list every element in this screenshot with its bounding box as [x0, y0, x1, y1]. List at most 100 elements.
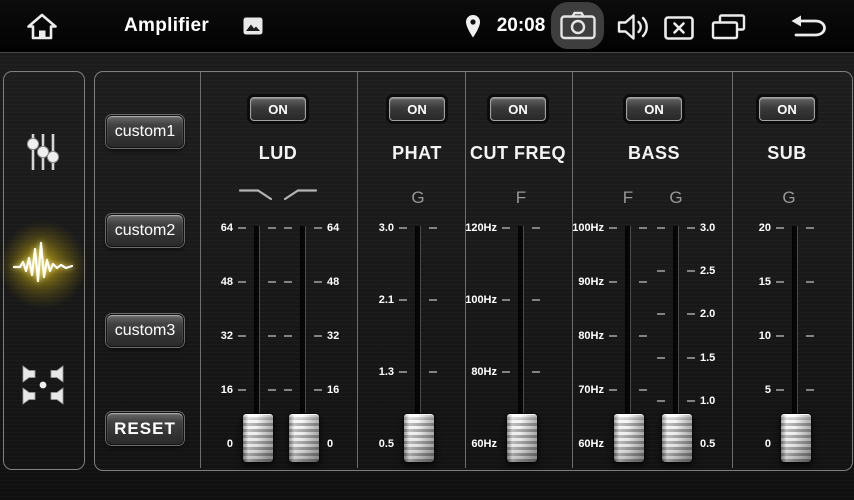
bass-freq-slider-thumb[interactable] [613, 413, 645, 463]
sidebar-item-speaker-balance[interactable] [13, 355, 73, 415]
tick-dash [502, 299, 510, 301]
sidebar-item-sound-effects[interactable] [13, 235, 73, 295]
tick-dash [532, 299, 540, 301]
phat-on-button[interactable]: ON [389, 97, 445, 121]
tick-dash [776, 281, 784, 283]
tick-dash [314, 389, 322, 391]
column-divider [572, 72, 573, 468]
tick-label: 100Hz [435, 292, 497, 308]
tick-dash [776, 335, 784, 337]
tick-label: 80Hz [542, 328, 604, 344]
recent-apps-button[interactable] [709, 13, 747, 41]
tick-dash [687, 313, 695, 315]
tick-dash [268, 335, 276, 337]
tick-dash [238, 227, 246, 229]
waveform-icon [12, 239, 74, 291]
status-bar: Amplifier 20:08 [0, 0, 854, 53]
tick-label: 16 [171, 382, 233, 398]
tick-dash [399, 299, 407, 301]
sub-on-button[interactable]: ON [759, 97, 815, 121]
phat-gain-axis-label: G [398, 188, 438, 208]
tick-dash [314, 335, 322, 337]
cutfreq-on-button[interactable]: ON [490, 97, 546, 121]
lowpass-curve-icon [237, 186, 275, 202]
tick-dash [238, 281, 246, 283]
phat-gain-slider-thumb[interactable] [403, 413, 435, 463]
tick-label: 0.5 [332, 436, 394, 452]
tick-dash [284, 281, 292, 283]
cutfreq-slider-thumb[interactable] [506, 413, 538, 463]
close-app-button[interactable] [663, 15, 695, 40]
custom1-button[interactable]: custom1 [106, 115, 184, 148]
back-button[interactable] [782, 13, 830, 42]
page-title: Amplifier [124, 0, 209, 52]
tick-dash [657, 227, 665, 229]
tick-dash [238, 389, 246, 391]
volume-button[interactable] [614, 11, 654, 42]
tick-label: 10 [709, 328, 771, 344]
tick-dash [806, 281, 814, 283]
gallery-icon [243, 17, 263, 35]
tick-dash [687, 400, 695, 402]
highpass-curve-icon [281, 186, 319, 202]
amplifier-screen: Amplifier 20:08 [0, 0, 854, 500]
tick-label: 64 [171, 220, 233, 236]
tick-dash [776, 389, 784, 391]
tick-dash [609, 389, 617, 391]
tick-dash [609, 281, 617, 283]
cutfreq-title: CUT FREQ [448, 143, 588, 164]
tick-dash [657, 400, 665, 402]
tick-label: 0 [171, 436, 233, 452]
camera-icon [560, 11, 596, 40]
tick-label: 80Hz [435, 364, 497, 380]
tick-dash [268, 389, 276, 391]
tick-dash [399, 227, 407, 229]
lud-right-slider-thumb[interactable] [288, 413, 320, 463]
gallery-button[interactable] [242, 16, 264, 36]
tick-dash [806, 227, 814, 229]
tick-dash [268, 281, 276, 283]
tick-label: 5 [709, 382, 771, 398]
tick-dash [639, 335, 647, 337]
tick-dash [314, 281, 322, 283]
tick-dash [657, 357, 665, 359]
sub-gain-slider-thumb[interactable] [780, 413, 812, 463]
sub-title: SUB [717, 143, 854, 164]
tick-label: 32 [171, 328, 233, 344]
speaker-balance-icon [20, 364, 66, 406]
tick-label: 2.0 [700, 306, 762, 322]
home-icon [26, 12, 58, 40]
screenshot-button[interactable] [551, 2, 604, 49]
sidebar-item-equalizer[interactable] [13, 122, 73, 182]
tick-label: 2.1 [332, 292, 394, 308]
volume-icon [616, 12, 652, 42]
tick-label: 1.3 [332, 364, 394, 380]
column-divider [200, 72, 201, 468]
tick-dash [284, 227, 292, 229]
tick-label: 60Hz [435, 436, 497, 452]
bass-gain-slider-thumb[interactable] [661, 413, 693, 463]
tick-label: 70Hz [542, 382, 604, 398]
tick-label: 0 [709, 436, 771, 452]
cutfreq-axis-label: F [501, 188, 541, 208]
bass-freq-axis-label: F [608, 188, 648, 208]
tick-label: 48 [171, 274, 233, 290]
tick-dash [609, 227, 617, 229]
tick-dash [238, 335, 246, 337]
tick-label: 1.5 [700, 350, 762, 366]
back-icon [784, 14, 829, 42]
tick-dash [657, 270, 665, 272]
lud-title: LUD [208, 143, 348, 164]
tick-dash [284, 335, 292, 337]
tick-dash [776, 227, 784, 229]
lud-on-button[interactable]: ON [250, 97, 306, 121]
tick-label: 60Hz [542, 436, 604, 452]
lud-left-slider-thumb[interactable] [242, 413, 274, 463]
tick-label: 20 [709, 220, 771, 236]
tick-label: 100Hz [542, 220, 604, 236]
bass-on-button[interactable]: ON [626, 97, 682, 121]
clock: 20:08 [490, 0, 552, 52]
home-button[interactable] [22, 8, 62, 44]
tick-label: 48 [327, 274, 389, 290]
tick-label: 3.0 [332, 220, 394, 236]
